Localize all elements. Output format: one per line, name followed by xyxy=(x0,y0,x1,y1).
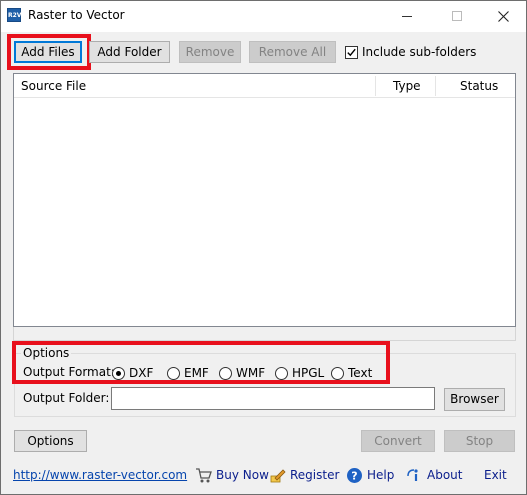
radio-hpgl-label: HPGL xyxy=(292,366,325,380)
about-label: About xyxy=(427,468,463,482)
maximize-icon xyxy=(452,11,462,21)
convert-button[interactable]: Convert xyxy=(361,430,435,452)
file-list[interactable]: Source File Type Status xyxy=(13,73,516,327)
radio-hpgl[interactable]: HPGL xyxy=(275,365,324,381)
radio-emf-label: EMF xyxy=(184,366,209,380)
radio-text-label: Text xyxy=(348,366,373,380)
file-list-header: Source File Type Status xyxy=(14,74,515,98)
include-subfolders-label: Include sub-folders xyxy=(362,45,477,59)
radio-wmf-label: WMF xyxy=(236,366,266,380)
checkbox-box[interactable] xyxy=(345,45,358,59)
column-status[interactable]: Status xyxy=(453,74,515,98)
browser-button[interactable]: Browser xyxy=(444,388,505,411)
radio-text-button[interactable] xyxy=(331,366,344,380)
help-label: Help xyxy=(367,468,395,482)
include-subfolders-checkbox[interactable]: Include sub-folders xyxy=(345,44,476,60)
maximize-button xyxy=(434,1,480,31)
app-logo-icon: R2V xyxy=(7,8,21,22)
shopping-cart-icon xyxy=(196,467,212,482)
buy-now-link[interactable]: Buy Now xyxy=(195,466,269,484)
output-folder-label: Output Folder: xyxy=(23,391,110,405)
exit-label: Exit xyxy=(484,468,507,482)
title-bar[interactable]: R2V Raster to Vector xyxy=(1,1,526,32)
radio-wmf-button[interactable] xyxy=(219,366,232,380)
radio-dxf-label: DXF xyxy=(129,366,154,380)
minimize-icon xyxy=(402,15,412,17)
minimize-button[interactable] xyxy=(384,1,430,31)
column-divider[interactable] xyxy=(435,76,436,96)
about-link[interactable]: About xyxy=(406,466,462,484)
radio-emf-button[interactable] xyxy=(167,366,180,380)
output-format-label: Output Format: xyxy=(23,365,115,379)
options-button[interactable]: Options xyxy=(14,430,87,452)
output-folder-input[interactable] xyxy=(111,387,435,410)
radio-wmf[interactable]: WMF xyxy=(219,365,265,381)
pencil-icon xyxy=(270,468,286,482)
svg-text:?: ? xyxy=(351,469,357,482)
register-label: Register xyxy=(290,468,340,482)
radio-text[interactable]: Text xyxy=(331,365,372,381)
buy-now-label: Buy Now xyxy=(216,468,269,482)
stop-button[interactable]: Stop xyxy=(444,430,515,452)
close-button[interactable] xyxy=(480,1,526,31)
help-link[interactable]: ? Help xyxy=(346,466,394,484)
app-window: R2V Raster to Vector Add Files Add Folde… xyxy=(0,0,527,495)
column-type[interactable]: Type xyxy=(386,74,436,98)
register-link[interactable]: Register xyxy=(269,466,339,484)
column-source-file[interactable]: Source File xyxy=(14,74,376,98)
radio-emf[interactable]: EMF xyxy=(167,365,209,381)
exit-link[interactable]: Exit xyxy=(484,466,507,484)
checkmark-icon xyxy=(347,48,356,56)
radio-dxf[interactable]: DXF xyxy=(112,365,153,381)
horizontal-scrollbar[interactable] xyxy=(13,327,516,341)
window-title: Raster to Vector xyxy=(28,8,125,22)
website-link[interactable]: http://www.raster-vector.com xyxy=(13,468,187,482)
add-files-button[interactable]: Add Files xyxy=(14,41,82,63)
radio-hpgl-button[interactable] xyxy=(275,366,288,380)
remove-all-button[interactable]: Remove All xyxy=(249,41,336,63)
remove-button[interactable]: Remove xyxy=(179,41,241,63)
info-icon xyxy=(407,468,418,481)
help-icon: ? xyxy=(347,467,362,483)
close-icon xyxy=(497,10,509,22)
radio-dxf-button[interactable] xyxy=(112,366,125,380)
column-divider[interactable] xyxy=(375,76,376,96)
add-folder-button[interactable]: Add Folder xyxy=(89,41,170,63)
